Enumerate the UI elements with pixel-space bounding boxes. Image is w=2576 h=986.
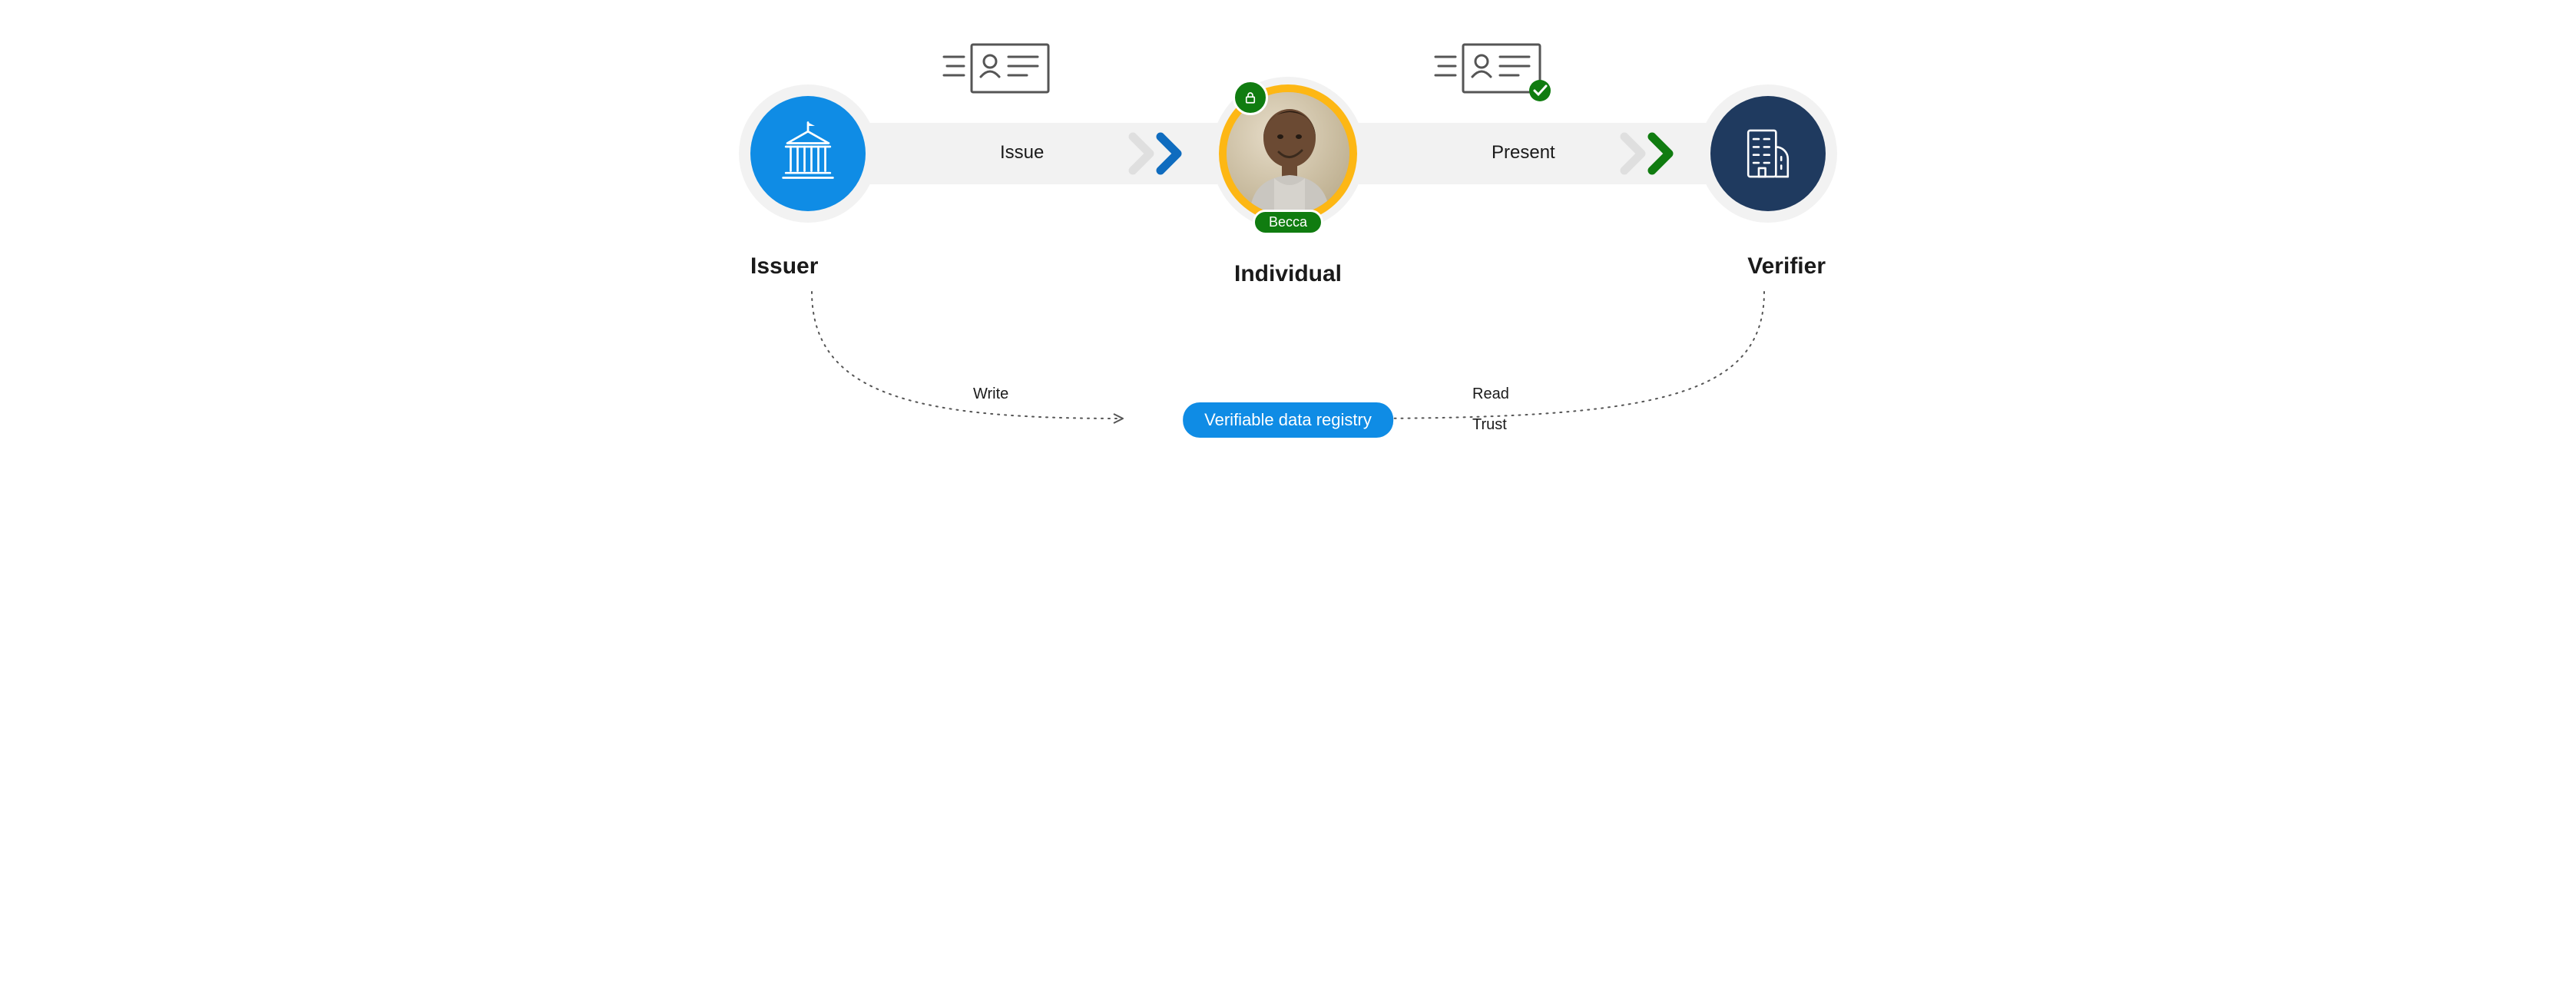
issue-step-label: Issue bbox=[1000, 142, 1044, 164]
government-building-icon bbox=[773, 119, 843, 188]
present-step-label: Present bbox=[1492, 142, 1555, 164]
credential-card-verified-icon bbox=[1434, 38, 1557, 111]
credential-card-icon bbox=[942, 38, 1058, 104]
chevron-right-icon bbox=[1652, 137, 1669, 170]
present-chevrons bbox=[1618, 131, 1695, 177]
issuer-label: Issuer bbox=[750, 253, 818, 280]
individual-label: Individual bbox=[1234, 261, 1342, 287]
verifier-node bbox=[1699, 84, 1837, 223]
verifier-circle bbox=[1710, 96, 1826, 211]
verifiable-data-registry: Verifiable data registry bbox=[1183, 402, 1393, 438]
issuer-node bbox=[739, 84, 877, 223]
individual-node: Becca bbox=[1211, 77, 1365, 230]
trust-label: Trust bbox=[1472, 416, 1507, 434]
chevron-right-icon bbox=[1161, 137, 1177, 170]
diagram-canvas: Becca Issuer Individual Verifier Issue P… bbox=[697, 0, 1879, 453]
checkmark-badge bbox=[1529, 80, 1551, 101]
verifier-label: Verifier bbox=[1747, 253, 1826, 280]
lock-badge bbox=[1233, 80, 1268, 115]
lock-icon bbox=[1243, 91, 1257, 104]
issue-chevrons bbox=[1127, 131, 1204, 177]
read-label: Read bbox=[1472, 385, 1509, 403]
write-label: Write bbox=[973, 385, 1008, 403]
office-building-icon bbox=[1735, 121, 1801, 187]
issuer-circle bbox=[750, 96, 866, 211]
individual-name: Becca bbox=[1269, 214, 1307, 230]
individual-name-pill: Becca bbox=[1253, 210, 1323, 235]
registry-label: Verifiable data registry bbox=[1204, 410, 1372, 429]
individual-ring: Becca bbox=[1211, 77, 1365, 230]
chevron-right-icon bbox=[1624, 137, 1641, 170]
chevron-right-icon bbox=[1133, 137, 1150, 170]
